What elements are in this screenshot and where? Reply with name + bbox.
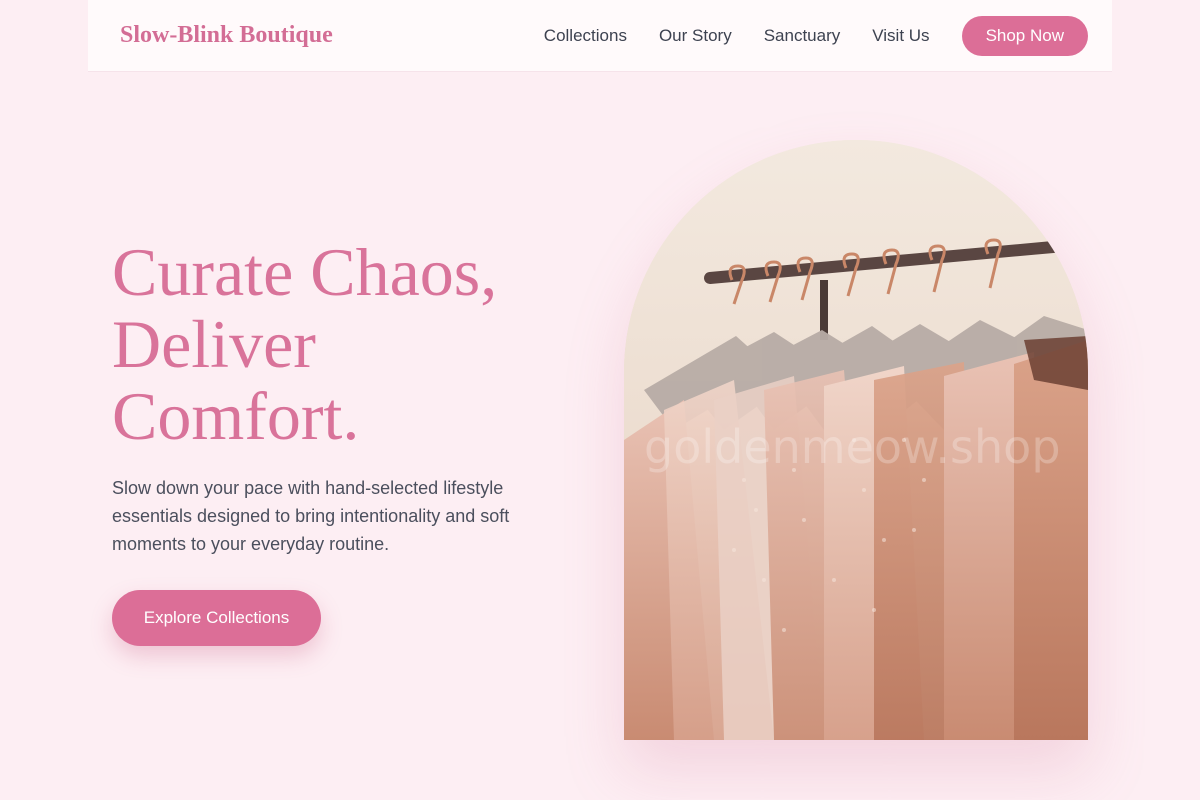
hero-title-line-2: Deliver — [112, 306, 316, 382]
hero-subtitle-line-1: Slow down your pace with hand-selected l… — [112, 478, 504, 498]
explore-collections-button[interactable]: Explore Collections — [112, 590, 321, 646]
image-watermark: goldenmeow.shop — [644, 420, 1061, 474]
hero-image: goldenmeow.shop — [624, 140, 1088, 740]
hero-subtitle: Slow down your pace with hand-selected l… — [112, 474, 560, 558]
nav-links: Collections Our Story Sanctuary Visit Us… — [544, 15, 1088, 56]
navbar: Slow-Blink Boutique Collections Our Stor… — [88, 0, 1112, 72]
shop-now-button[interactable]: Shop Now — [961, 15, 1088, 56]
garment-8 — [1014, 340, 1088, 740]
hero-title: Curate Chaos, Deliver Comfort. — [112, 236, 592, 452]
hero-subtitle-line-2: essentials designed to bring intentional… — [112, 506, 510, 526]
nav-link-visit-us[interactable]: Visit Us — [872, 26, 929, 46]
hero-title-line-3: Comfort. — [112, 378, 360, 454]
nav-link-sanctuary[interactable]: Sanctuary — [764, 26, 841, 46]
nav-link-collections[interactable]: Collections — [544, 26, 627, 46]
hero-title-line-1: Curate Chaos, — [112, 234, 498, 310]
hero-subtitle-line-3: moments to your everyday routine. — [112, 534, 390, 554]
brand-logo[interactable]: Slow-Blink Boutique — [120, 22, 333, 49]
nav-link-our-story[interactable]: Our Story — [659, 26, 732, 46]
